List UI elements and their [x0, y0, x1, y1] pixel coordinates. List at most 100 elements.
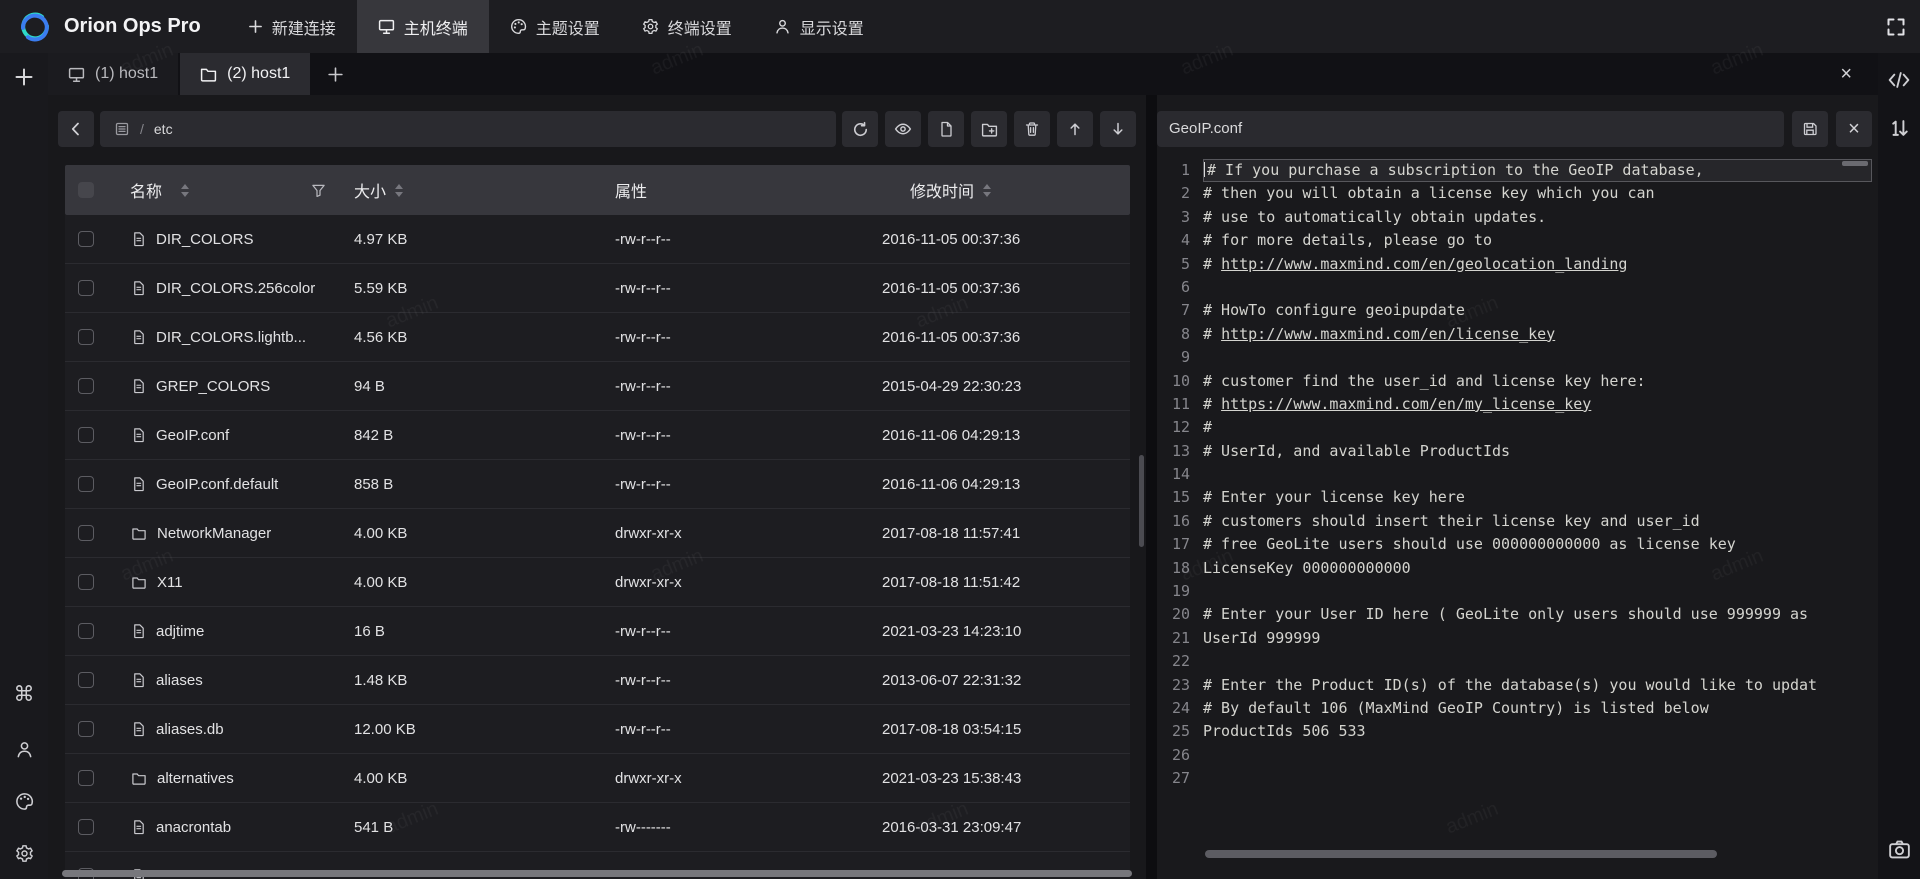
row-checkbox[interactable] [78, 672, 94, 688]
line-content[interactable] [1203, 463, 1872, 486]
close-editor-button[interactable]: × [1836, 111, 1872, 147]
screenshot-button[interactable] [1888, 838, 1911, 879]
sort-mtime-control[interactable] [983, 184, 991, 197]
editor-line[interactable]: 19 [1157, 580, 1872, 603]
new-file-button[interactable] [928, 111, 964, 147]
row-checkbox[interactable] [78, 525, 94, 541]
editor-line[interactable]: 3 # use to automatically obtain updates. [1157, 206, 1872, 229]
editor-line[interactable]: 20 # Enter your User ID here ( GeoLite o… [1157, 603, 1872, 626]
upload-button[interactable] [1057, 111, 1093, 147]
file-name[interactable]: aliases.db [156, 721, 224, 738]
file-name[interactable]: GeoIP.conf [156, 427, 229, 444]
back-button[interactable] [58, 111, 94, 147]
table-row[interactable]: aliases 1.48 KB -rw-r--r-- 2013-06-07 22… [65, 656, 1130, 705]
editor-line[interactable]: 13 # UserId, and available ProductIds [1157, 440, 1872, 463]
file-name[interactable]: DIR_COLORS.256color [156, 280, 315, 297]
tab-host1-terminal[interactable]: (1) host1 [48, 53, 178, 95]
sort-size-control[interactable] [395, 184, 403, 197]
line-content[interactable] [1203, 767, 1872, 790]
delete-button[interactable] [1014, 111, 1050, 147]
table-row[interactable]: GeoIP.conf 842 B -rw-r--r-- 2016-11-06 0… [65, 411, 1130, 460]
editor-line[interactable]: 26 [1157, 744, 1872, 767]
line-content[interactable]: # [1203, 416, 1872, 439]
editor-line[interactable]: 16 # customers should insert their licen… [1157, 510, 1872, 533]
line-content[interactable]: # Enter your license key here [1203, 486, 1872, 509]
row-checkbox[interactable] [78, 427, 94, 443]
editor-line[interactable]: 5 # http://www.maxmind.com/en/geolocatio… [1157, 253, 1872, 276]
line-content[interactable]: # Enter the Product ID(s) of the databas… [1203, 674, 1872, 697]
nav-item-new-connection[interactable]: 新建连接 [227, 0, 357, 53]
code-panel-button[interactable] [1887, 69, 1911, 91]
editor-line[interactable]: 11 # https://www.maxmind.com/en/my_licen… [1157, 393, 1872, 416]
line-content[interactable]: LicenseKey 000000000000 [1203, 557, 1872, 580]
row-checkbox[interactable] [78, 476, 94, 492]
command-shortcut-button[interactable]: ⌘ [14, 682, 35, 707]
editor-scroll-thumb[interactable] [1842, 161, 1868, 166]
column-mtime-header[interactable]: 修改时间 [840, 178, 1130, 202]
file-name[interactable]: alternatives [157, 770, 234, 787]
sort-order-button[interactable] [1888, 117, 1910, 139]
row-checkbox[interactable] [78, 378, 94, 394]
editor-line[interactable]: 21 UserId 999999 [1157, 627, 1872, 650]
preview-button[interactable] [885, 111, 921, 147]
file-name[interactable]: NetworkManager [157, 525, 271, 542]
file-name[interactable]: aliases [156, 672, 203, 689]
tab-host1-sftp[interactable]: (2) host1 [180, 53, 310, 95]
line-content[interactable]: # customer find the user_id and license … [1203, 370, 1872, 393]
table-row[interactable]: GREP_COLORS 94 B -rw-r--r-- 2015-04-29 2… [65, 362, 1130, 411]
editor-line[interactable]: 15 # Enter your license key here [1157, 486, 1872, 509]
editor-line[interactable]: 7 # HowTo configure geoipupdate [1157, 299, 1872, 322]
row-checkbox[interactable] [78, 231, 94, 247]
line-content[interactable]: # UserId, and available ProductIds [1203, 440, 1872, 463]
table-row[interactable]: GeoIP.conf.default 858 B -rw-r--r-- 2016… [65, 460, 1130, 509]
editor-line[interactable]: 4 # for more details, please go to [1157, 229, 1872, 252]
table-row[interactable]: NetworkManager 4.00 KB drwxr-xr-x 2017-0… [65, 509, 1130, 558]
editor-line[interactable]: 8 # http://www.maxmind.com/en/license_ke… [1157, 323, 1872, 346]
row-checkbox[interactable] [78, 721, 94, 737]
editor-filename[interactable]: GeoIP.conf [1157, 111, 1784, 147]
link-text[interactable]: https://www.maxmind.com/en/my_license_ke… [1221, 395, 1591, 413]
line-content[interactable]: # HowTo configure geoipupdate [1203, 299, 1872, 322]
editor-line[interactable]: 25 ProductIds 506 533 [1157, 720, 1872, 743]
nav-item-terminal-settings[interactable]: 终端设置 [621, 0, 753, 53]
new-tab-button[interactable] [312, 53, 358, 95]
table-row[interactable]: DIR_COLORS 4.97 KB -rw-r--r-- 2016-11-05… [65, 215, 1130, 264]
settings-button[interactable] [15, 844, 34, 863]
breadcrumb[interactable]: / etc [100, 111, 836, 147]
theme-button[interactable] [15, 792, 34, 811]
editor-line[interactable]: 18 LicenseKey 000000000000 [1157, 557, 1872, 580]
sort-name-control[interactable] [181, 184, 189, 197]
editor-line[interactable]: 9 [1157, 346, 1872, 369]
table-row[interactable]: aliases.db 12.00 KB -rw-r--r-- 2017-08-1… [65, 705, 1130, 754]
row-checkbox[interactable] [78, 623, 94, 639]
vertical-scrollbar[interactable] [1139, 455, 1144, 547]
line-content[interactable] [1203, 276, 1872, 299]
editor-line[interactable]: 14 [1157, 463, 1872, 486]
select-all-checkbox[interactable] [78, 182, 94, 198]
refresh-button[interactable] [842, 111, 878, 147]
link-text[interactable]: http://www.maxmind.com/en/license_key [1221, 325, 1555, 343]
table-row[interactable]: DIR_COLORS.lightb... 4.56 KB -rw-r--r-- … [65, 313, 1130, 362]
row-checkbox[interactable] [78, 770, 94, 786]
file-name[interactable]: DIR_COLORS.lightb... [156, 329, 306, 346]
nav-item-host-terminal[interactable]: 主机终端 [357, 0, 489, 53]
line-content[interactable]: # By default 106 (MaxMind GeoIP Country)… [1203, 697, 1872, 720]
file-name[interactable]: GREP_COLORS [156, 378, 270, 395]
editor-line[interactable]: 1 # If you purchase a subscription to th… [1157, 159, 1872, 182]
download-button[interactable] [1100, 111, 1136, 147]
horizontal-scrollbar[interactable] [62, 870, 1132, 877]
editor-line[interactable]: 17 # free GeoLite users should use 00000… [1157, 533, 1872, 556]
table-row[interactable]: anacrontab 541 B -rw------- 2016-03-31 2… [65, 803, 1130, 852]
new-folder-button[interactable] [971, 111, 1007, 147]
line-content[interactable]: # Enter your User ID here ( GeoLite only… [1203, 603, 1872, 626]
line-content[interactable]: # customers should insert their license … [1203, 510, 1872, 533]
file-name[interactable]: anacrontab [156, 819, 231, 836]
line-content[interactable]: # http://www.maxmind.com/en/license_key [1203, 323, 1872, 346]
editor-line[interactable]: 10 # customer find the user_id and licen… [1157, 370, 1872, 393]
table-row[interactable]: DIR_COLORS.256color 5.59 KB -rw-r--r-- 2… [65, 264, 1130, 313]
line-content[interactable]: # If you purchase a subscription to the … [1203, 159, 1872, 182]
code-editor[interactable]: 1 # If you purchase a subscription to th… [1157, 159, 1872, 879]
line-content[interactable]: ProductIds 506 533 [1203, 720, 1872, 743]
column-size-header[interactable]: 大小 [340, 178, 600, 202]
line-content[interactable]: # use to automatically obtain updates. [1203, 206, 1872, 229]
